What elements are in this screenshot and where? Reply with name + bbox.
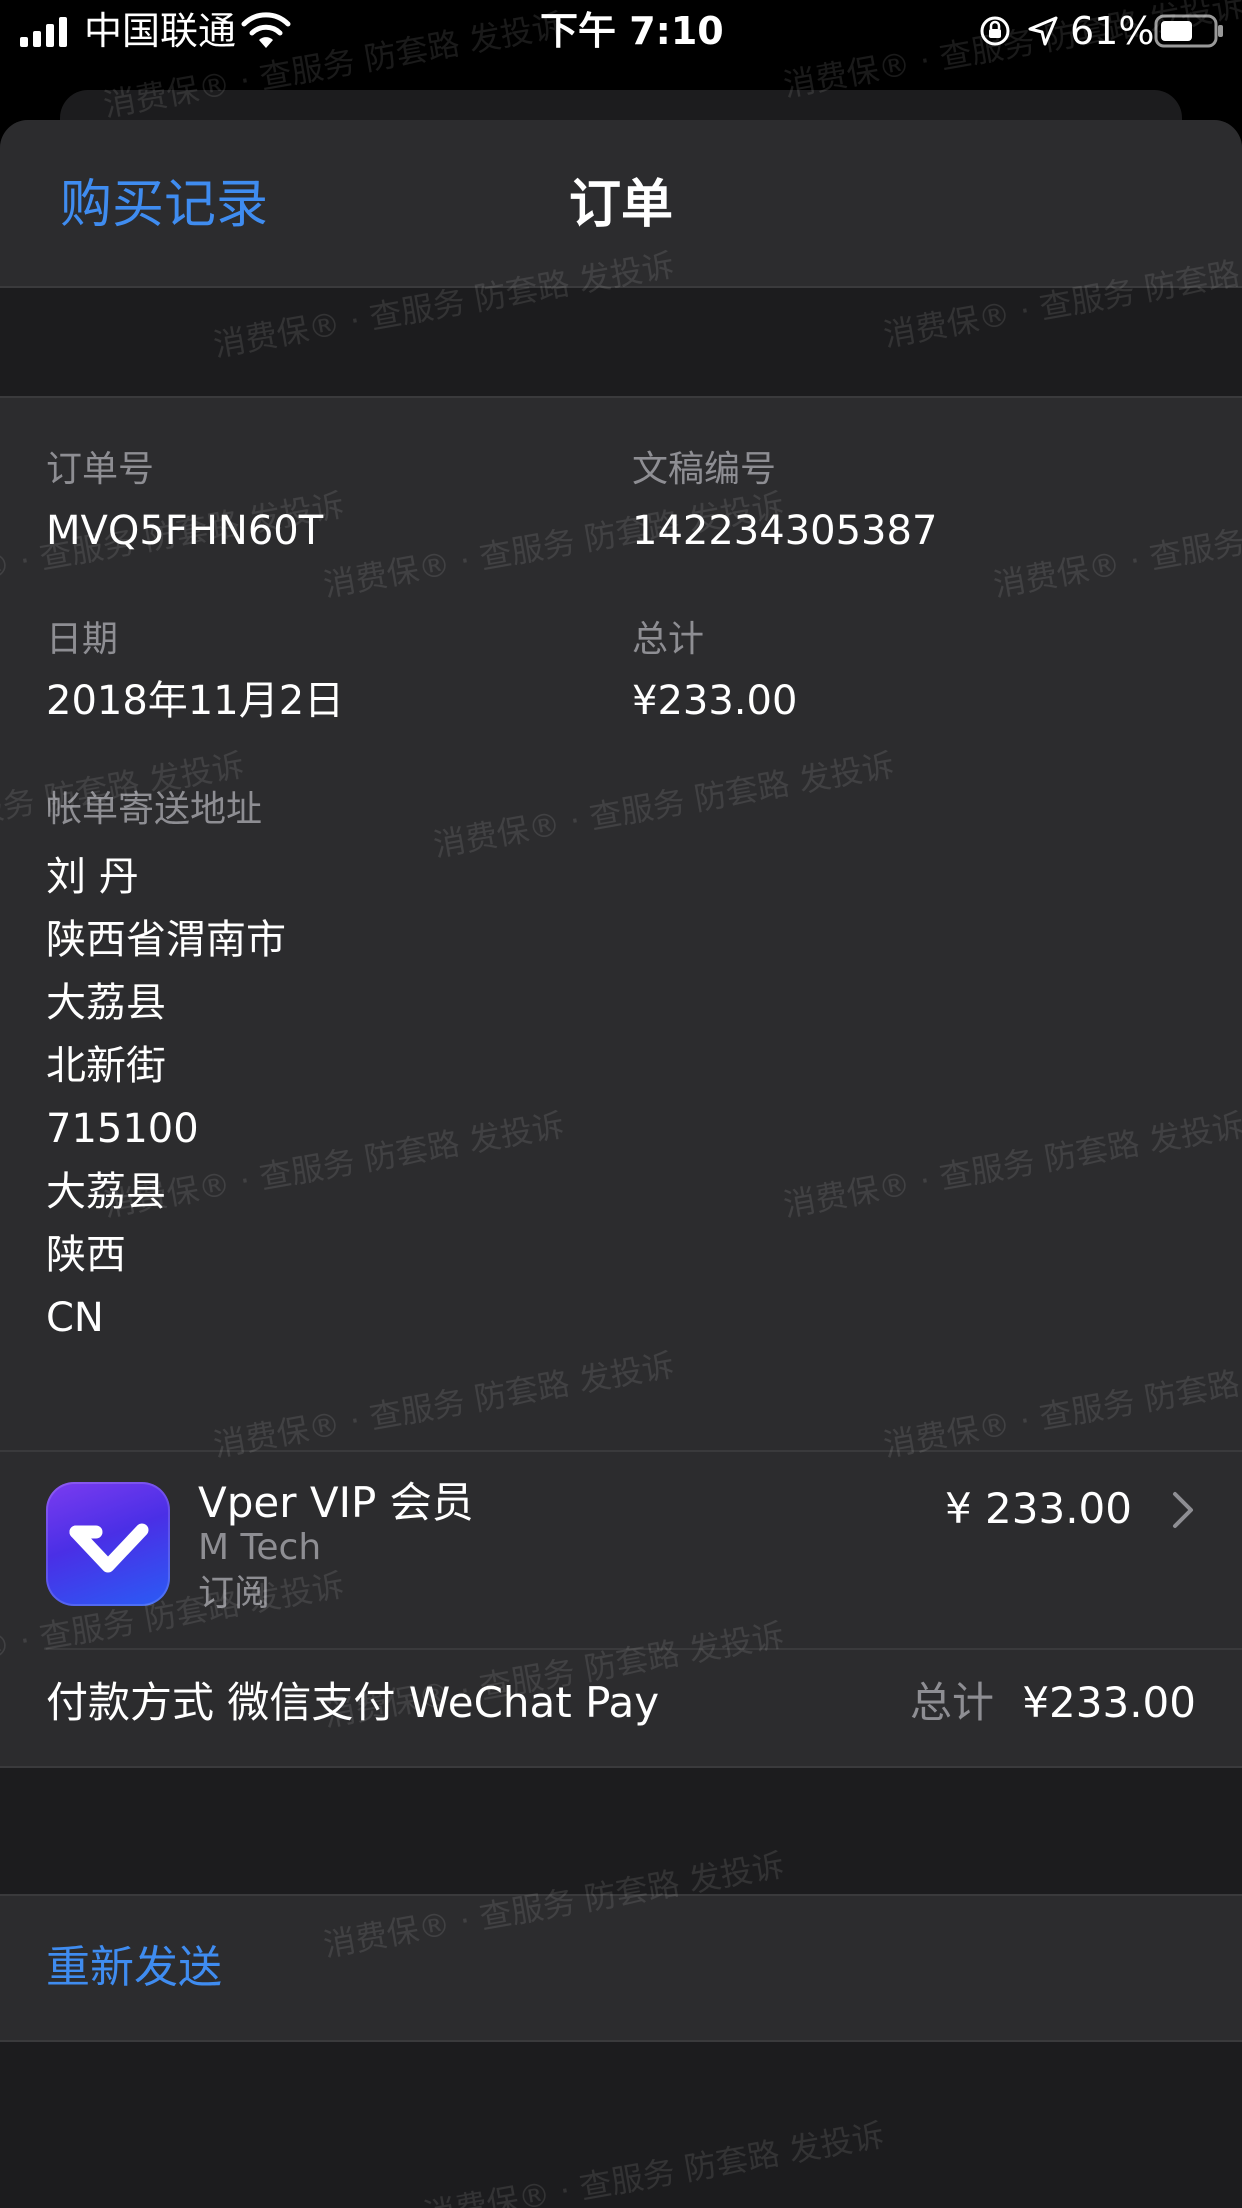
payment-method: 付款方式 微信支付 WeChat Pay	[46, 1678, 660, 1727]
address-line: 陕西	[46, 1232, 126, 1278]
date-label: 日期	[46, 619, 119, 660]
address-line: 北新街	[46, 1043, 166, 1089]
location-icon	[1028, 16, 1058, 46]
date-value: 2018年11月2日	[46, 678, 345, 724]
developer-name: M Tech	[198, 1527, 322, 1568]
order-number-value: MVQ5FHN60T	[46, 508, 324, 554]
purchase-item-section: Vper VIP 会员 M Tech 订阅 ¥ 233.00 付款方式 微信支付…	[0, 1450, 1242, 1768]
document-number-label: 文稿编号	[632, 449, 777, 490]
billing-address: 刘 丹 陕西省渭南市 大荔县 北新街 715100 大荔县 陕西 CN	[46, 846, 286, 1350]
billing-address-label: 帐单寄送地址	[46, 789, 263, 830]
chevron-right-icon	[1173, 1492, 1193, 1528]
orientation-lock-icon	[980, 16, 1010, 46]
battery-icon	[1154, 14, 1223, 48]
order-sheet: 购买记录 订单 订单号 MVQ5FHN60T 文稿编号 142234305387…	[0, 120, 1242, 2208]
vper-logo-icon	[69, 1523, 149, 1573]
order-number-label: 订单号	[46, 449, 155, 490]
screen: 中国联通 下午 7:10 61% 购买记录 订单 订单号 MVQ5FHN60T …	[0, 0, 1242, 2208]
divider	[46, 1648, 1242, 1650]
total-label: 总计	[632, 619, 705, 660]
resend-section: 重新发送	[0, 1894, 1242, 2042]
wifi-icon	[241, 12, 291, 48]
item-price: ¥ 233.00	[944, 1484, 1132, 1533]
address-line: CN	[46, 1295, 104, 1341]
carrier-name: 中国联通	[84, 9, 237, 53]
battery-percentage: 61%	[1070, 9, 1155, 53]
address-line: 陕西省渭南市	[46, 917, 286, 963]
navigation-bar: 购买记录 订单	[0, 120, 1242, 288]
purchase-type: 订阅	[198, 1573, 271, 1614]
status-bar: 中国联通 下午 7:10 61%	[0, 0, 1242, 62]
app-name: Vper VIP 会员	[198, 1478, 474, 1527]
clock: 下午 7:10	[540, 9, 724, 53]
address-line: 刘 丹	[46, 854, 139, 900]
page-title: 订单	[568, 175, 673, 235]
document-number-value: 142234305387	[632, 508, 938, 554]
resend-button[interactable]: 重新发送	[46, 1940, 222, 1996]
app-icon	[46, 1482, 170, 1606]
cellular-signal-icon	[20, 17, 67, 47]
address-line: 大荔县	[46, 980, 166, 1026]
payment-total-value: ¥233.00	[1022, 1678, 1196, 1727]
total-value: ¥233.00	[632, 678, 798, 724]
address-line: 715100	[46, 1106, 199, 1152]
address-line: 大荔县	[46, 1169, 166, 1215]
payment-total-label: 总计	[909, 1678, 994, 1727]
order-info-section: 订单号 MVQ5FHN60T 文稿编号 142234305387 日期 2018…	[0, 396, 1242, 1450]
